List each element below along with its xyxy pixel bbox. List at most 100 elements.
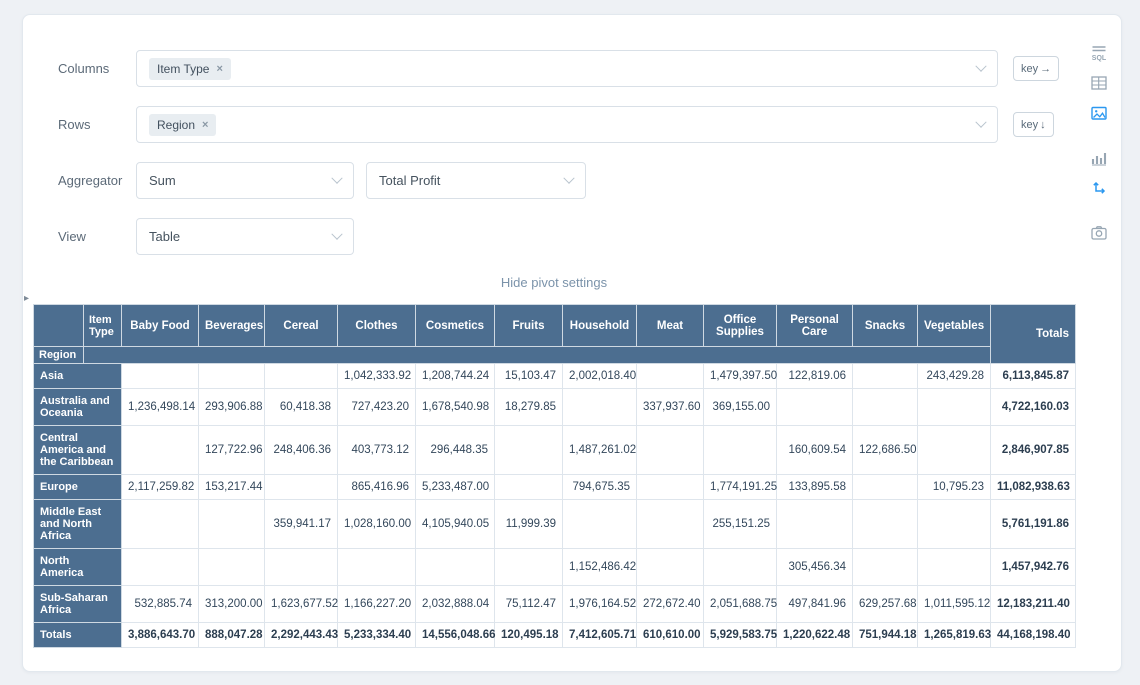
pivot-cell: 2,117,259.82 bbox=[122, 475, 199, 500]
pivot-cell bbox=[853, 475, 918, 500]
pivot-editor-card: Columns Item Type × key → Rows Region × bbox=[22, 14, 1122, 672]
pivot-cell: 133,895.58 bbox=[777, 475, 853, 500]
columns-select[interactable]: Item Type × bbox=[136, 50, 998, 87]
svg-text:SQL: SQL bbox=[1092, 55, 1107, 62]
collapse-panel-handle[interactable]: ▸ bbox=[24, 294, 29, 304]
column-total-cell: 5,929,583.75 bbox=[704, 623, 777, 648]
column-total-cell: 1,265,819.63 bbox=[918, 623, 991, 648]
row-header: North America bbox=[34, 549, 122, 586]
pivot-cell: 727,423.20 bbox=[338, 389, 416, 426]
pivot-cell: 127,722.96 bbox=[199, 426, 265, 475]
column-total-cell: 120,495.18 bbox=[495, 623, 563, 648]
sql-icon[interactable]: SQL bbox=[1087, 41, 1111, 65]
pivot-cell bbox=[637, 426, 704, 475]
column-header: Baby Food bbox=[122, 305, 199, 347]
view-select[interactable]: Table bbox=[136, 218, 354, 255]
column-total-cell: 2,292,443.43 bbox=[265, 623, 338, 648]
table-row: Middle East and North Africa 359,941.171,… bbox=[34, 500, 1076, 549]
remove-tag-icon[interactable]: × bbox=[202, 119, 208, 131]
pivot-cell: 153,217.44 bbox=[199, 475, 265, 500]
pivot-cell: 296,448.35 bbox=[416, 426, 495, 475]
pivot-cell bbox=[338, 549, 416, 586]
columns-control-row: Columns Item Type × key → bbox=[33, 50, 1073, 87]
pivot-icon[interactable] bbox=[1087, 176, 1111, 200]
pivot-corner-cell bbox=[34, 305, 84, 347]
row-total-cell: 5,761,191.86 bbox=[991, 500, 1076, 549]
image-icon[interactable] bbox=[1087, 101, 1111, 125]
pivot-cell bbox=[265, 475, 338, 500]
pivot-cell: 1,774,191.25 bbox=[704, 475, 777, 500]
view-label: View bbox=[33, 229, 136, 244]
pivot-cell bbox=[637, 549, 704, 586]
bar-chart-icon[interactable] bbox=[1087, 146, 1111, 170]
pivot-cell bbox=[853, 500, 918, 549]
table-row: Central America and the Caribbean127,722… bbox=[34, 426, 1076, 475]
pivot-cell: 272,672.40 bbox=[637, 586, 704, 623]
table-row: North America1,152,486.42305,456.341,457… bbox=[34, 549, 1076, 586]
row-total-cell: 12,183,211.40 bbox=[991, 586, 1076, 623]
aggregator-select[interactable]: Sum bbox=[136, 162, 354, 199]
pivot-cell: 243,429.28 bbox=[918, 364, 991, 389]
remove-tag-icon[interactable]: × bbox=[216, 63, 222, 75]
pivot-cell bbox=[637, 364, 704, 389]
pivot-cell: 1,623,677.52 bbox=[265, 586, 338, 623]
columns-key-order-button[interactable]: key → bbox=[1013, 56, 1059, 81]
pivot-cell bbox=[265, 364, 338, 389]
pivot-cell bbox=[918, 549, 991, 586]
pivot-cell: 293,906.88 bbox=[199, 389, 265, 426]
pivot-cell: 122,686.50 bbox=[853, 426, 918, 475]
pivot-cell bbox=[637, 475, 704, 500]
pivot-cell bbox=[122, 364, 199, 389]
grand-total-cell: 44,168,198.40 bbox=[991, 623, 1076, 648]
pivot-cell: 497,841.96 bbox=[777, 586, 853, 623]
pivot-cell: 18,279.85 bbox=[495, 389, 563, 426]
pivot-cell bbox=[199, 500, 265, 549]
pivot-cell: 1,976,164.52 bbox=[563, 586, 637, 623]
rows-tag[interactable]: Region × bbox=[149, 114, 216, 136]
rows-select[interactable]: Region × bbox=[136, 106, 998, 143]
pivot-cell: 1,166,227.20 bbox=[338, 586, 416, 623]
pivot-cell: 1,028,160.00 bbox=[338, 500, 416, 549]
row-header: Sub-Saharan Africa bbox=[34, 586, 122, 623]
pivot-cell bbox=[563, 389, 637, 426]
row-header: Middle East and North Africa bbox=[34, 500, 122, 549]
rows-label: Rows bbox=[33, 117, 136, 132]
pivot-cell bbox=[122, 500, 199, 549]
chevron-down-icon bbox=[563, 172, 574, 183]
pivot-cell: 60,418.38 bbox=[265, 389, 338, 426]
pivot-cell: 337,937.60 bbox=[637, 389, 704, 426]
column-header: Meat bbox=[637, 305, 704, 347]
pivot-cell: 359,941.17 bbox=[265, 500, 338, 549]
column-header: Cereal bbox=[265, 305, 338, 347]
rows-key-order-button[interactable]: key ↓ bbox=[1013, 112, 1054, 137]
aggregator-argument-select[interactable]: Total Profit bbox=[366, 162, 586, 199]
pivot-cell bbox=[777, 500, 853, 549]
column-total-cell: 14,556,048.66 bbox=[416, 623, 495, 648]
table-row: Asia1,042,333.921,208,744.2415,103.472,0… bbox=[34, 364, 1076, 389]
chevron-down-icon bbox=[331, 172, 342, 183]
pivot-cell: 629,257.68 bbox=[853, 586, 918, 623]
pivot-cell: 248,406.36 bbox=[265, 426, 338, 475]
pivot-cell: 2,002,018.40 bbox=[563, 364, 637, 389]
chevron-down-icon bbox=[975, 116, 986, 127]
row-attr-label: Region bbox=[34, 347, 84, 364]
pivot-cell bbox=[199, 364, 265, 389]
pivot-cell bbox=[265, 549, 338, 586]
hide-pivot-settings-link[interactable]: Hide pivot settings bbox=[501, 275, 607, 290]
totals-row: Totals3,886,643.70888,047.282,292,443.43… bbox=[34, 623, 1076, 648]
columns-tag[interactable]: Item Type × bbox=[149, 58, 231, 80]
table-row: Europe2,117,259.82153,217.44865,416.965,… bbox=[34, 475, 1076, 500]
pivot-cell bbox=[853, 549, 918, 586]
table-icon[interactable] bbox=[1087, 71, 1111, 95]
camera-icon[interactable] bbox=[1087, 221, 1111, 245]
pivot-cell: 5,233,487.00 bbox=[416, 475, 495, 500]
pivot-cell bbox=[416, 549, 495, 586]
pivot-table-head: Item TypeBaby FoodBeveragesCerealClothes… bbox=[34, 305, 1076, 364]
pivot-cell bbox=[563, 500, 637, 549]
column-header: Snacks bbox=[853, 305, 918, 347]
column-total-cell: 888,047.28 bbox=[199, 623, 265, 648]
pivot-cell bbox=[495, 475, 563, 500]
main-panel: Columns Item Type × key → Rows Region × bbox=[23, 15, 1077, 671]
pivot-cell: 11,999.39 bbox=[495, 500, 563, 549]
pivot-cell bbox=[918, 500, 991, 549]
